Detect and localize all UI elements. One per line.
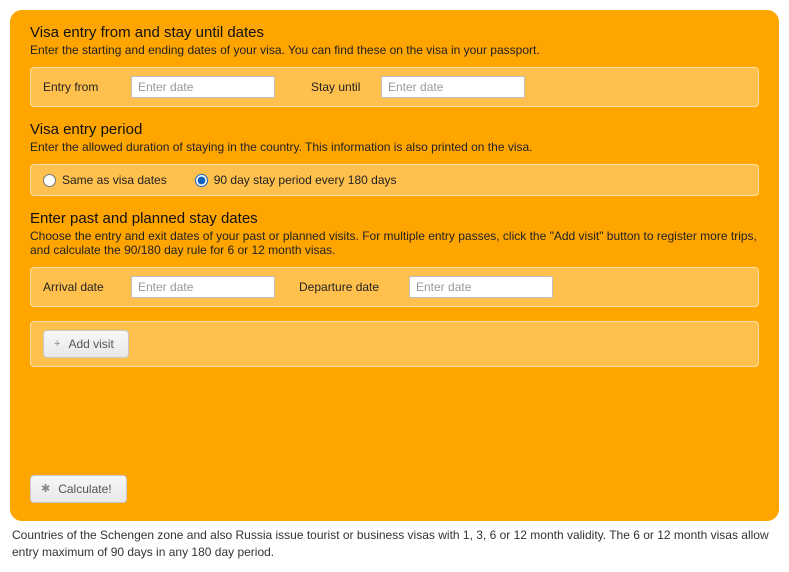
period-section-desc: Enter the allowed duration of staying in… — [30, 140, 759, 154]
add-visit-panel: + Add visit — [30, 321, 759, 367]
radio-same-as-visa[interactable] — [43, 174, 56, 187]
stay-section-title: Enter past and planned stay dates — [30, 210, 759, 227]
departure-date-label: Departure date — [299, 280, 399, 294]
spacer — [30, 381, 759, 475]
plus-icon: + — [54, 339, 60, 350]
departure-date-input[interactable] — [409, 276, 553, 298]
dates-panel: Entry from Stay until — [30, 67, 759, 107]
calculate-button-label: Calculate! — [58, 482, 111, 496]
stay-section-desc: Choose the entry and exit dates of your … — [30, 229, 759, 257]
add-visit-button-label: Add visit — [68, 337, 113, 351]
visit-row-panel: Arrival date Departure date — [30, 267, 759, 307]
add-visit-button[interactable]: + Add visit — [43, 330, 129, 358]
gear-icon: ✱ — [41, 484, 50, 495]
radio-90-180[interactable] — [195, 174, 208, 187]
stay-until-label: Stay until — [311, 80, 371, 94]
radio-same-as-visa-label[interactable]: Same as visa dates — [62, 173, 167, 187]
arrival-date-label: Arrival date — [43, 280, 121, 294]
period-section-title: Visa entry period — [30, 121, 759, 138]
visa-calculator-card: Visa entry from and stay until dates Ent… — [10, 10, 779, 521]
stay-until-input[interactable] — [381, 76, 525, 98]
period-radio-group: Same as visa dates 90 day stay period ev… — [43, 173, 746, 187]
entry-from-input[interactable] — [131, 76, 275, 98]
period-panel: Same as visa dates 90 day stay period ev… — [30, 164, 759, 196]
dates-section-title: Visa entry from and stay until dates — [30, 24, 759, 41]
footer-note: Countries of the Schengen zone and also … — [10, 521, 779, 562]
dates-section-desc: Enter the starting and ending dates of y… — [30, 43, 759, 57]
arrival-date-input[interactable] — [131, 276, 275, 298]
radio-90-180-label[interactable]: 90 day stay period every 180 days — [214, 173, 397, 187]
calculate-button[interactable]: ✱ Calculate! — [30, 475, 127, 503]
entry-from-label: Entry from — [43, 80, 121, 94]
